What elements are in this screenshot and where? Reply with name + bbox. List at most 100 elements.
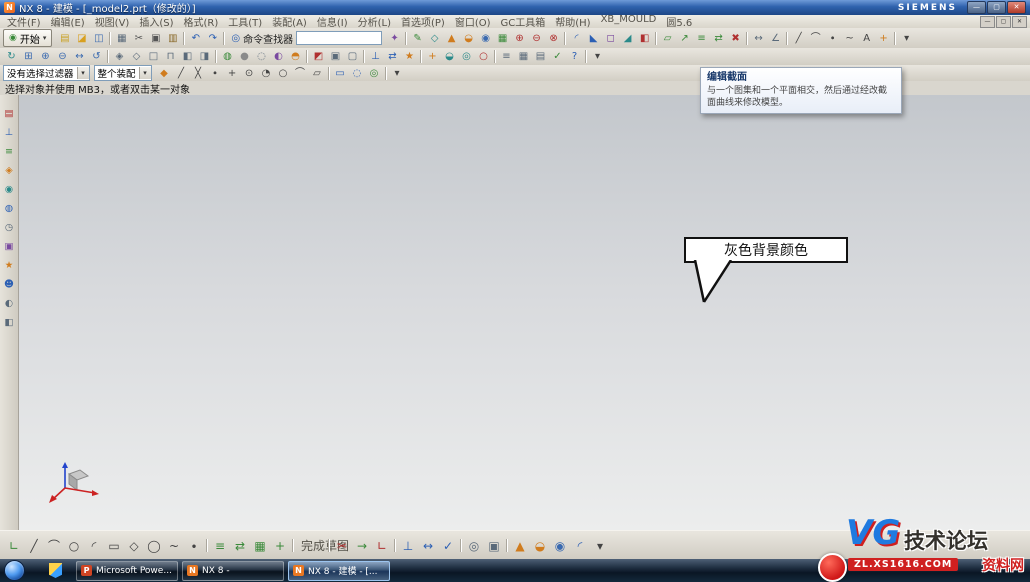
datum-plane-icon[interactable]: ◇ xyxy=(426,31,443,46)
pattern-feature-icon[interactable]: ▦ xyxy=(494,31,511,46)
polygon-icon[interactable]: ◇ xyxy=(124,535,144,557)
minimize-button[interactable]: — xyxy=(967,1,986,14)
menu-window[interactable]: 窗口(O) xyxy=(450,15,496,29)
menu-help[interactable]: 帮助(H) xyxy=(550,15,595,29)
close-button[interactable]: ✕ xyxy=(1007,1,1026,14)
trim-body-icon[interactable]: ◧ xyxy=(636,31,653,46)
sketch-settings-icon[interactable]: ▣ xyxy=(484,535,504,557)
print-icon[interactable]: ▦ xyxy=(113,31,130,46)
menu-insert[interactable]: 插入(S) xyxy=(134,15,178,29)
cut-icon[interactable]: ✂ xyxy=(130,31,147,46)
menu-view[interactable]: 视图(V) xyxy=(90,15,135,29)
constraint-navigator-icon[interactable]: ⊥ xyxy=(1,126,17,140)
arc-icon[interactable]: ⌒ xyxy=(807,31,824,46)
preferences-icon[interactable]: ✓ xyxy=(549,49,566,64)
snapshot-icon[interactable]: ▤ xyxy=(532,49,549,64)
menu-edit[interactable]: 编辑(E) xyxy=(46,15,90,29)
help-icon[interactable]: ? xyxy=(566,49,583,64)
circle-icon[interactable]: ○ xyxy=(64,535,84,557)
clip-section-icon[interactable]: ◩ xyxy=(310,49,327,64)
face-analysis-icon[interactable]: ◓ xyxy=(287,49,304,64)
wireframe-icon[interactable]: ◌ xyxy=(253,49,270,64)
fillet-icon[interactable]: ◜ xyxy=(84,535,104,557)
snap-point-toggle-icon[interactable]: ◆ xyxy=(156,66,173,81)
rectangle-icon[interactable]: ▭ xyxy=(104,535,124,557)
history-icon[interactable]: ◷ xyxy=(1,221,17,235)
assembly-constraints-icon[interactable]: ⊥ xyxy=(367,49,384,64)
selection-scope-dropdown[interactable]: 整个装配 ▾ xyxy=(94,65,152,81)
measure-angle-icon[interactable]: ∠ xyxy=(767,31,784,46)
move-component-icon[interactable]: ⇄ xyxy=(384,49,401,64)
draft-icon[interactable]: ◢ xyxy=(619,31,636,46)
menu-xb-mould[interactable]: XB_MOULD xyxy=(596,15,662,29)
shaded-icon[interactable]: ● xyxy=(236,49,253,64)
dimension-icon[interactable]: ↔ xyxy=(418,535,438,557)
snap-quadrant-icon[interactable]: ◔ xyxy=(258,66,275,81)
studio-render-icon[interactable]: ◐ xyxy=(270,49,287,64)
maximize-button[interactable]: ▢ xyxy=(987,1,1006,14)
full-screen-icon[interactable]: ▢ xyxy=(344,49,361,64)
process-studio-icon[interactable]: ▣ xyxy=(1,240,17,254)
touch-mode-icon[interactable]: ✦ xyxy=(386,31,403,46)
menu-assemblies[interactable]: 装配(A) xyxy=(267,15,312,29)
quick-launch-defender-icon[interactable] xyxy=(49,563,62,578)
chamfer-icon[interactable]: ◣ xyxy=(585,31,602,46)
arc-icon[interactable]: ⌒ xyxy=(44,535,64,557)
extrude-icon[interactable]: ▲ xyxy=(510,535,530,557)
mirror-curve-icon[interactable]: ⇄ xyxy=(230,535,250,557)
copy-icon[interactable]: ▣ xyxy=(147,31,164,46)
hd3d-tools-icon[interactable]: ◉ xyxy=(1,183,17,197)
start-orb-button[interactable] xyxy=(4,560,25,581)
save-icon[interactable]: ◫ xyxy=(90,31,107,46)
point-icon[interactable]: ∙ xyxy=(824,31,841,46)
manufacturing-wizard-icon[interactable]: ★ xyxy=(1,259,17,273)
geometric-constraints-icon[interactable]: ⊥ xyxy=(398,535,418,557)
open-icon[interactable]: ◪ xyxy=(73,31,90,46)
immediate-hide-icon[interactable]: ○ xyxy=(475,49,492,64)
selection-lasso-icon[interactable]: ◌ xyxy=(349,66,366,81)
new-file-icon[interactable]: ▤ xyxy=(56,31,73,46)
sketch-icon[interactable]: ✎ xyxy=(409,31,426,46)
profile-icon[interactable]: ∟ xyxy=(4,535,24,557)
right-view-icon[interactable]: ◨ xyxy=(196,49,213,64)
menu-format[interactable]: 格式(R) xyxy=(179,15,224,29)
snap-control-point-icon[interactable]: ∙ xyxy=(207,66,224,81)
quick-extend-icon[interactable]: → xyxy=(352,535,372,557)
menu-gc-toolbox[interactable]: GC工具箱 xyxy=(496,15,551,29)
mdi-close-button[interactable]: ✕ xyxy=(1012,16,1027,28)
start-menu-button[interactable]: ◉ 开始 ▾ xyxy=(3,29,52,47)
snap-midpoint-icon[interactable]: ╳ xyxy=(190,66,207,81)
menu-preferences[interactable]: 首选项(P) xyxy=(396,15,450,29)
replace-face-icon[interactable]: ⇄ xyxy=(710,31,727,46)
blend-icon[interactable]: ◜ xyxy=(570,535,590,557)
snap-intersection-icon[interactable]: + xyxy=(224,66,241,81)
system-visualization-icon[interactable]: ◐ xyxy=(1,297,17,311)
layer-settings-icon[interactable]: ≡ xyxy=(498,49,515,64)
revolve-icon[interactable]: ◒ xyxy=(530,535,550,557)
toolbar-overflow-icon[interactable]: ▾ xyxy=(589,49,606,64)
menu-tools[interactable]: 工具(T) xyxy=(223,15,267,29)
menu-analysis[interactable]: 分析(L) xyxy=(353,15,396,29)
new-window-icon[interactable]: ▣ xyxy=(327,49,344,64)
shell-icon[interactable]: ◻ xyxy=(602,31,619,46)
highlight-icon[interactable]: ◎ xyxy=(366,66,383,81)
unite-icon[interactable]: ⊕ xyxy=(511,31,528,46)
pull-face-icon[interactable]: ↗ xyxy=(676,31,693,46)
measure-distance-icon[interactable]: ↔ xyxy=(750,31,767,46)
command-finder-input[interactable] xyxy=(296,31,382,45)
toolbar-overflow-icon[interactable]: ▾ xyxy=(389,66,406,81)
move-face-icon[interactable]: ▱ xyxy=(659,31,676,46)
front-view-icon[interactable]: □ xyxy=(145,49,162,64)
redo-icon[interactable]: ↷ xyxy=(204,31,221,46)
spline-icon[interactable]: ~ xyxy=(164,535,184,557)
shaded-with-edges-icon[interactable]: ◍ xyxy=(219,49,236,64)
touch-panel-icon[interactable]: ◧ xyxy=(1,316,17,330)
trimetric-view-icon[interactable]: ◈ xyxy=(111,49,128,64)
zoom-out-icon[interactable]: ⊖ xyxy=(54,49,71,64)
line-icon[interactable]: ╱ xyxy=(790,31,807,46)
roles-icon[interactable]: ☻ xyxy=(1,278,17,292)
datum-csys-icon[interactable]: + xyxy=(875,31,892,46)
menu-file[interactable]: 文件(F) xyxy=(2,15,46,29)
line-icon[interactable]: ╱ xyxy=(24,535,44,557)
toolbar-overflow-icon[interactable]: ▾ xyxy=(590,535,610,557)
